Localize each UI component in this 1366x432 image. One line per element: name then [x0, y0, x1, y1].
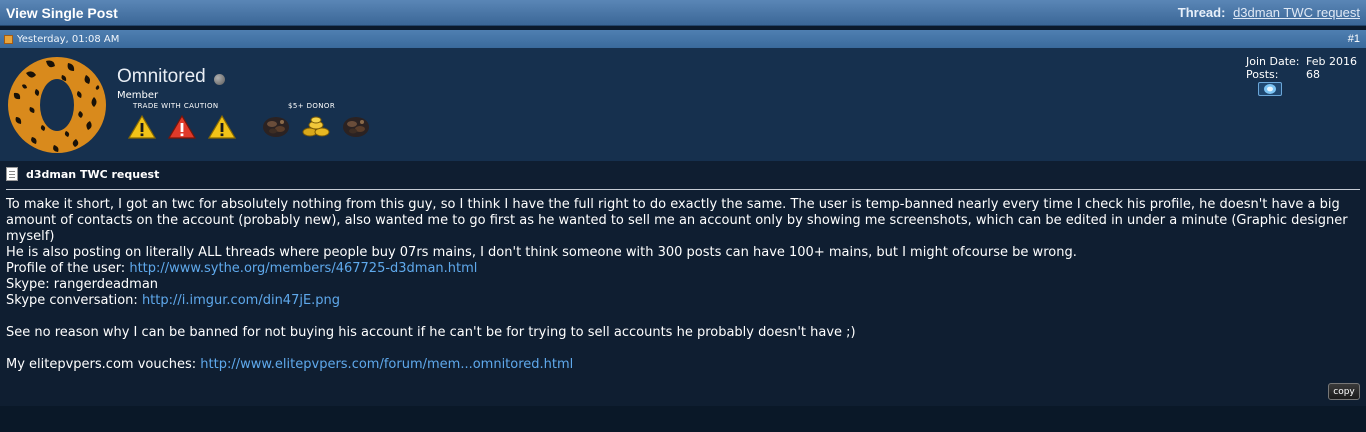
post-date-text: Yesterday, 01:08 AM	[17, 33, 120, 45]
warning-yellow-icon-2[interactable]	[207, 114, 237, 140]
vouch-label: My elitepvpers.com vouches:	[6, 357, 197, 372]
post-icon	[4, 35, 13, 44]
post-number-link[interactable]: #1	[1348, 33, 1360, 45]
user-title: Member	[117, 90, 159, 101]
footer	[0, 406, 1366, 432]
gold-coins-icon[interactable]	[301, 114, 331, 140]
page-title: View Single Post	[6, 4, 118, 21]
post-body: To make it short, I got an twc for absol…	[6, 197, 1360, 373]
vouch-link[interactable]: http://www.elitepvpers.com/forum/mem...o…	[200, 357, 573, 372]
post-date: Yesterday, 01:08 AM	[4, 34, 119, 45]
title-bar: View Single Post Thread: d3dman TWC requ…	[0, 0, 1366, 26]
skype-conversation-label: Skype conversation:	[6, 293, 138, 308]
warning-yellow-icon[interactable]	[127, 114, 157, 140]
offline-status-icon	[213, 73, 225, 85]
trade-caution-caption: TRADE WITH CAUTION	[133, 102, 219, 110]
user-avatar[interactable]	[6, 55, 109, 155]
post-paragraph-1: To make it short, I got an twc for absol…	[6, 197, 1348, 244]
username: Omnitored	[117, 66, 225, 88]
join-date-row: Join Date: Feb 2016	[1246, 55, 1360, 68]
posts-label: Posts:	[1246, 68, 1279, 81]
post-content: d3dman TWC request To make it short, I g…	[0, 161, 1366, 406]
divider	[6, 189, 1360, 190]
dark-coin-stack-icon-2[interactable]	[341, 114, 371, 140]
skype-line: Skype: rangerdeadman	[6, 277, 159, 292]
skype-icon[interactable]	[1258, 82, 1282, 96]
profile-line: Profile of the user: http://www.sythe.or…	[6, 261, 1360, 277]
posts-value: 68	[1306, 68, 1320, 81]
join-date-value: Feb 2016	[1306, 55, 1357, 68]
post-title: d3dman TWC request	[6, 167, 159, 181]
skype-conversation-link[interactable]: http://i.imgur.com/din47jE.png	[142, 293, 340, 308]
post-paragraph-3: See no reason why I can be banned for no…	[6, 325, 856, 340]
post-title-text: d3dman TWC request	[26, 167, 160, 181]
donor-caption: $5+ DONOR	[288, 102, 336, 110]
user-info-panel: Omnitored Member TRADE WITH CAUTION $5+ …	[0, 48, 1366, 161]
posts-row: Posts: 68	[1246, 68, 1360, 81]
profile-label: Profile of the user:	[6, 261, 126, 276]
vouch-line: My elitepvpers.com vouches: http://www.e…	[6, 357, 1360, 373]
username-link[interactable]: Omnitored	[117, 66, 206, 88]
post-paragraph-2: He is also posting on literally ALL thre…	[6, 245, 1077, 260]
copy-button[interactable]: copy	[1328, 383, 1360, 400]
thread-link[interactable]: d3dman TWC request	[1233, 5, 1360, 20]
document-icon	[6, 167, 18, 181]
user-stats: Join Date: Feb 2016 Posts: 68	[1246, 55, 1360, 81]
profile-link[interactable]: http://www.sythe.org/members/467725-d3dm…	[129, 261, 477, 276]
dark-coin-stack-icon[interactable]	[261, 114, 291, 140]
post-header-bar: Yesterday, 01:08 AM #1	[0, 30, 1366, 48]
thread-label: Thread:	[1177, 5, 1226, 20]
thread-info: Thread: d3dman TWC request	[1178, 5, 1360, 20]
skype-conversation-line: Skype conversation: http://i.imgur.com/d…	[6, 293, 1360, 309]
join-date-label: Join Date:	[1246, 55, 1300, 68]
warning-red-icon[interactable]	[167, 114, 197, 140]
